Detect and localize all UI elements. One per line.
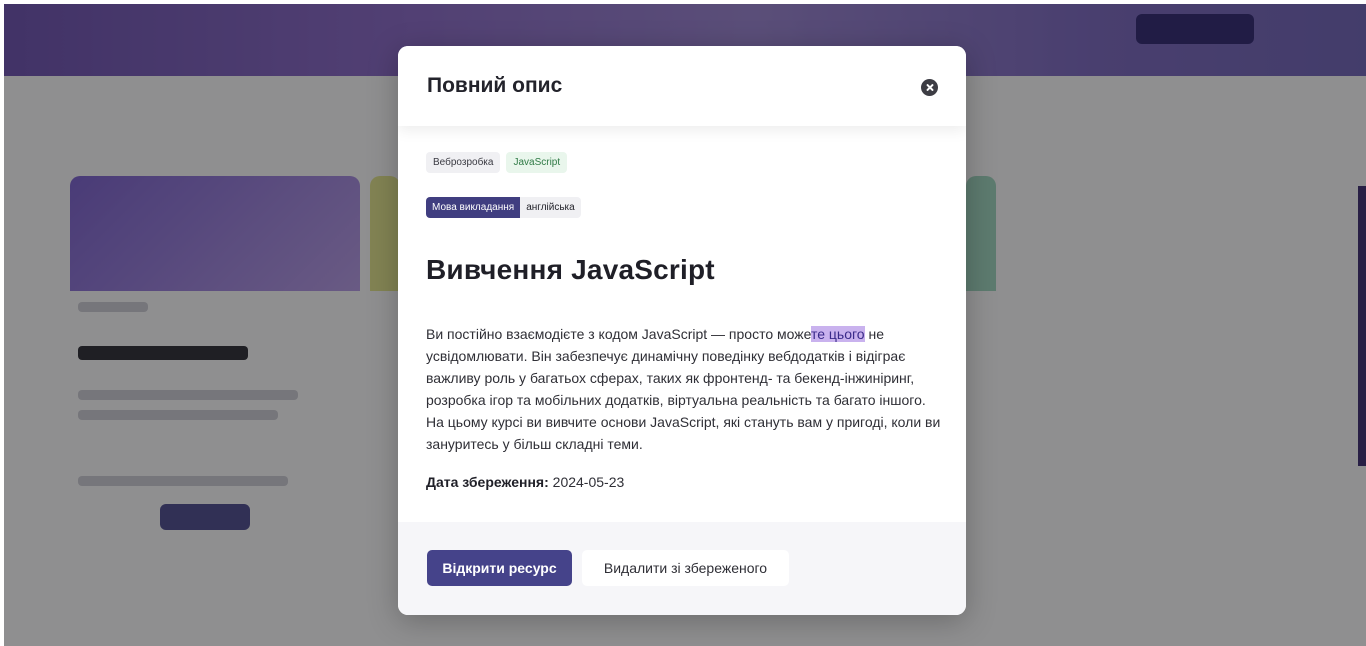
language-value: англійська (520, 197, 581, 218)
modal-footer: Відкрити ресурс Видалити зі збереженого (398, 522, 966, 615)
language-label: Мова викладання (426, 197, 521, 218)
course-title: Вивчення JavaScript (426, 254, 715, 285)
tag-javascript: JavaScript (506, 152, 568, 173)
description-text: не усвідомлювати. Він забезпечує динаміч… (426, 326, 941, 452)
modal-title: Повний опис (427, 74, 563, 97)
language-badge: Мова викладання англійська (426, 197, 581, 218)
tag-web-development: Веброзробка (426, 152, 501, 173)
saved-date: Дата збереження: 2024-05-23 (426, 474, 624, 490)
window-edge (0, 0, 4, 646)
tag-list: Веброзробка JavaScript (426, 152, 568, 173)
close-circle-icon[interactable] (921, 79, 938, 96)
description-highlight: те цього (810, 326, 865, 342)
course-description: Ви постійно взаємодієте з кодом JavaScri… (426, 323, 942, 455)
window-edge (0, 0, 1366, 4)
saved-date-label: Дата збереження: (426, 474, 549, 490)
open-resource-button[interactable]: Відкрити ресурс (427, 550, 572, 586)
modal-header: Повний опис (398, 46, 966, 126)
description-modal: Повний опис Веброзробка JavaScript Мова … (398, 46, 966, 615)
description-text: Ви постійно взаємодієте з кодом JavaScri… (426, 326, 811, 342)
saved-date-value: 2024-05-23 (552, 474, 625, 490)
remove-from-saved-button[interactable]: Видалити зі збереженого (582, 550, 789, 586)
